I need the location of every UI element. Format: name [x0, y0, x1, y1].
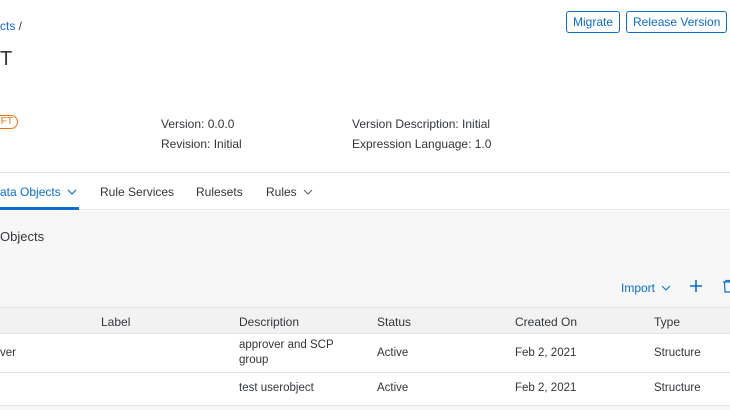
column-header-label: Label [101, 315, 131, 329]
tab-bar: ata Objects Rule Services Rulesets Rules [0, 174, 730, 210]
description-meta: Version Description: Initial Expression … [352, 114, 491, 154]
tab-label: ata Objects [0, 185, 61, 199]
cell-name: ver [0, 347, 16, 359]
column-header-status: Status [377, 315, 412, 329]
table-row[interactable]: ver approver and SCP group Active Feb 2,… [0, 334, 730, 373]
column-header-created-on: Created On [515, 315, 578, 329]
add-icon[interactable] [689, 279, 703, 293]
chevron-down-icon [303, 189, 313, 195]
column-header-type: Type [654, 315, 681, 329]
chevron-down-icon [67, 189, 77, 195]
page-title: T [0, 48, 13, 70]
cell-type: Structure [654, 382, 701, 394]
release-version-button[interactable]: Release Version [626, 11, 728, 33]
column-header-description: Description [239, 315, 300, 329]
tab-label: Rule Services [100, 185, 175, 199]
cell-created-on: Feb 2, 2021 [515, 382, 577, 394]
chevron-down-icon [661, 285, 671, 291]
header-actions: Migrate Release Version [566, 11, 730, 33]
tab-label: Rules [266, 185, 297, 199]
cell-description: test userobject [239, 382, 314, 394]
migrate-button[interactable]: Migrate [566, 11, 621, 33]
cell-status: Active [377, 382, 409, 394]
data-objects-table: Label Description Status Created On Type… [0, 307, 730, 406]
cell-description-cont: group [239, 354, 269, 366]
cell-status: Active [377, 347, 409, 359]
tab-rule-services[interactable]: Rule Services [100, 185, 174, 199]
revision-value: Revision: Initial [161, 137, 242, 151]
import-menu-button[interactable]: Import [621, 281, 671, 295]
expression-language-value: Expression Language: 1.0 [352, 137, 492, 151]
cell-created-on: Feb 2, 2021 [515, 347, 577, 359]
breadcrumb: cts / [0, 19, 22, 33]
breadcrumb-link[interactable]: cts [0, 19, 15, 33]
table-header: Label Description Status Created On Type [0, 307, 730, 334]
tab-label: Rulesets [196, 185, 243, 199]
table-row[interactable]: test userobject Active Feb 2, 2021 Struc… [0, 373, 730, 406]
cell-type: Structure [654, 347, 701, 359]
content-area: Objects Import Label Description Status … [0, 211, 730, 410]
delete-icon[interactable] [722, 279, 730, 293]
tab-rulesets[interactable]: Rulesets [196, 185, 243, 199]
breadcrumb-separator: / [15, 19, 23, 33]
active-tab-indicator [0, 207, 79, 210]
version-value: Version: 0.0.0 [161, 117, 235, 131]
tab-data-objects[interactable]: ata Objects [0, 185, 77, 199]
version-description-value: Version Description: Initial [352, 117, 491, 131]
import-label: Import [621, 281, 656, 295]
section-title: Objects [0, 229, 45, 244]
tab-rules[interactable]: Rules [266, 185, 313, 199]
cell-description: approver and SCP [239, 339, 334, 351]
object-header: cts / T Migrate Release Version FT Versi… [0, 0, 730, 173]
version-meta: Version: 0.0.0 Revision: Initial [161, 114, 242, 154]
status-badge: FT [0, 115, 18, 129]
